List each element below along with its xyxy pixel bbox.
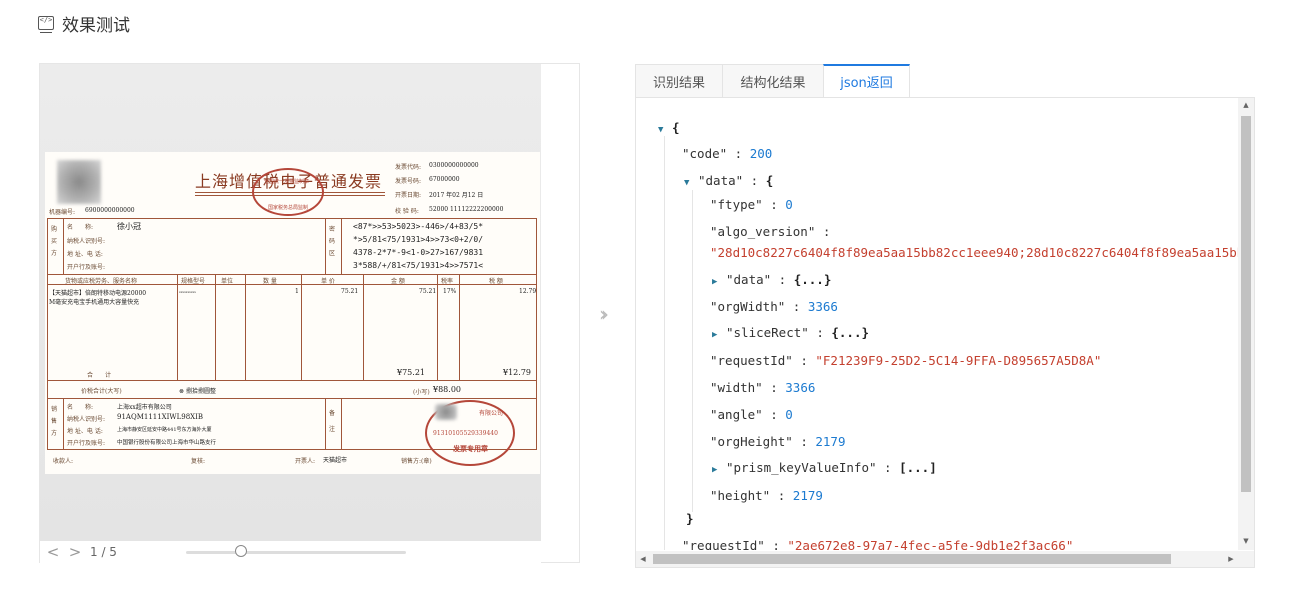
scroll-up-icon[interactable]: ▲ xyxy=(1238,98,1254,112)
json-row-requestid: "requestId" : "F21239F9-25D2-5C14-9FFA-D… xyxy=(710,353,1102,368)
collapse-toggle-icon[interactable]: ▼ xyxy=(658,120,672,140)
tab-json-return[interactable]: json返回 xyxy=(823,64,910,98)
json-row-slicerect: ▶ "sliceRect" : {...} xyxy=(712,323,869,343)
zoom-slider-handle[interactable] xyxy=(235,545,247,557)
json-row-outer-requestid: "requestId" : "2ae672e8-97a7-4fec-a5fe-9… xyxy=(682,538,1074,550)
scroll-left-icon[interactable]: ◀ xyxy=(636,551,650,567)
vertical-scrollbar[interactable]: ▲ ▼ xyxy=(1238,98,1254,550)
expand-toggle-icon[interactable]: ▶ xyxy=(712,325,726,345)
scroll-down-icon[interactable]: ▼ xyxy=(1238,534,1254,548)
expand-toggle-icon[interactable]: ▶ xyxy=(712,272,726,292)
json-row-orgheight: "orgHeight" : 2179 xyxy=(710,434,846,449)
json-row-inner-data: ▶ "data" : {...} xyxy=(712,270,831,290)
horizontal-scroll-thumb[interactable] xyxy=(653,554,1171,564)
cipher-area: <87*>>53>5023>-446>/4+83/5* *>5/81<75/19… xyxy=(353,222,484,270)
prev-page-button[interactable]: < xyxy=(42,543,64,561)
json-row-prism: ▶ "prism_keyValueInfo" : [...] xyxy=(712,458,937,478)
json-row-angle: "angle" : 0 xyxy=(710,407,793,422)
collapse-toggle-icon[interactable]: ▼ xyxy=(684,173,698,193)
zoom-slider[interactable] xyxy=(186,545,406,557)
result-tabs: 识别结果 结构化结果 json返回 xyxy=(635,64,910,98)
total-words: ⊗ 捌拾捌圆整 xyxy=(179,388,216,395)
json-row-data: ▼ "data" : { xyxy=(684,171,773,191)
json-row-orgwidth: "orgWidth" : 3366 xyxy=(710,299,838,314)
invoice-image: 上海增值税电子普通发票 全国统一发票监制章 国家税务总局监制 发票代码: 030… xyxy=(45,152,540,474)
json-row-ftype: "ftype" : 0 xyxy=(710,197,793,212)
page-header: 效果测试 xyxy=(38,10,130,36)
tax-seal: 全国统一发票监制章 国家税务总局监制 xyxy=(252,168,324,216)
json-row-height: "height" : 2179 xyxy=(710,488,823,503)
expand-toggle-icon[interactable]: ▶ xyxy=(712,460,726,480)
json-viewer-panel: ▼{ "code" : 200 ▼ "data" : { "ftype" : 0 … xyxy=(635,97,1255,568)
json-row-width: "width" : 3366 xyxy=(710,380,816,395)
stamp-blur xyxy=(435,404,457,420)
page-title: 效果测试 xyxy=(62,15,130,36)
json-row-algo-version-value: "28d10c8227c6404f8f89ea5aa15bb82cc1eee94… xyxy=(710,245,1238,260)
tab-recognition-result[interactable]: 识别结果 xyxy=(635,64,723,98)
code-icon xyxy=(38,16,54,33)
json-row-code: "code" : 200 xyxy=(682,146,773,161)
chevron-right-icon: ›› xyxy=(599,302,609,326)
image-viewer[interactable]: 上海增值税电子普通发票 全国统一发票监制章 国家税务总局监制 发票代码: 030… xyxy=(40,64,541,541)
next-page-button[interactable]: > xyxy=(64,543,86,561)
qr-code-blurred xyxy=(57,160,101,204)
horizontal-scrollbar[interactable]: ◀ ▶ xyxy=(636,551,1254,567)
scroll-right-icon[interactable]: ▶ xyxy=(1224,551,1238,567)
json-tree: ▼{ "code" : 200 ▼ "data" : { "ftype" : 0 … xyxy=(636,98,1238,550)
page-indicator: 1 / 5 xyxy=(90,545,117,559)
json-row-algo-version: "algo_version" : xyxy=(710,224,831,239)
tab-structured-result[interactable]: 结构化结果 xyxy=(722,64,824,98)
image-preview-panel: 上海增值税电子普通发票 全国统一发票监制章 国家税务总局监制 发票代码: 030… xyxy=(39,63,580,563)
vertical-scroll-thumb[interactable] xyxy=(1241,116,1251,492)
viewer-controls: < > 1 / 5 xyxy=(40,541,541,563)
